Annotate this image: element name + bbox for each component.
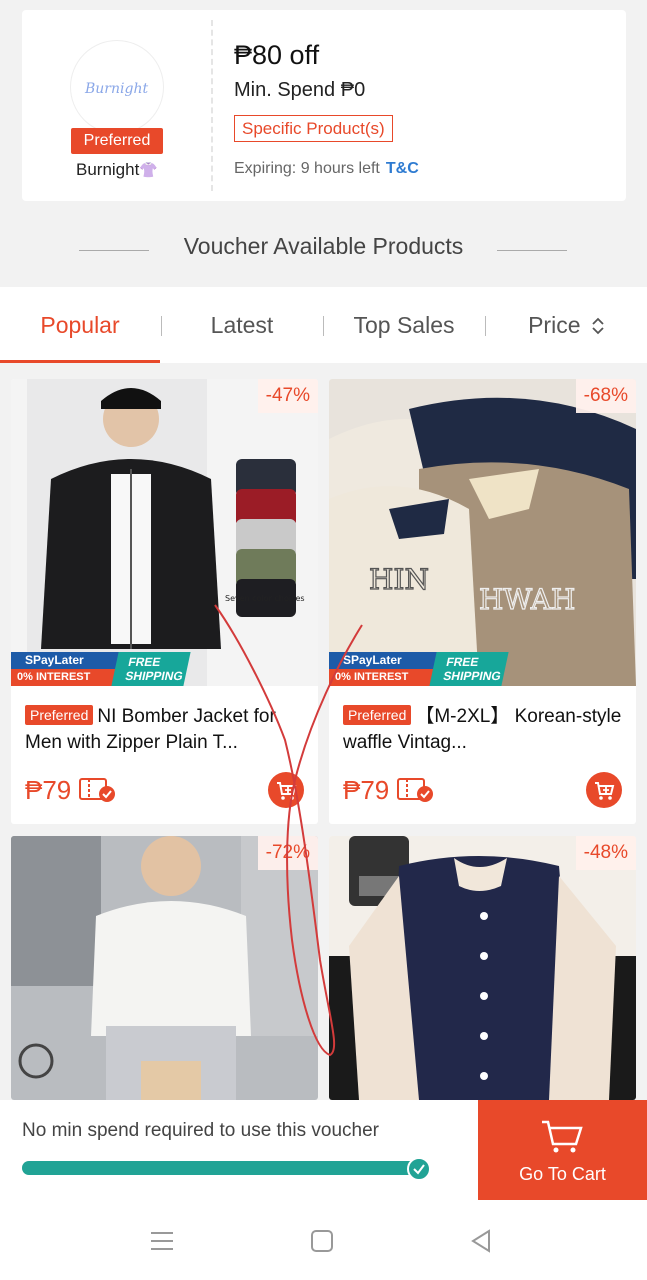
tc-link[interactable]: T&C <box>386 160 419 177</box>
shop-name-text: Burnight <box>75 160 140 179</box>
product-price: ₱79 <box>343 775 390 805</box>
discount-badge: -47% <box>257 379 318 413</box>
go-to-cart-button[interactable]: Go To Cart <box>478 1100 647 1200</box>
add-to-cart-button[interactable] <box>268 772 304 808</box>
tab-separator <box>323 316 324 336</box>
section-title: Voucher Available Products <box>183 233 464 259</box>
tab-popular[interactable]: Popular <box>0 287 160 363</box>
product-image: Seven color choices <box>11 379 318 686</box>
home-icon[interactable] <box>310 1229 334 1253</box>
promo-tags: SPayLater 0% INTEREST FREE SHIPPING <box>329 652 509 686</box>
spaylater-tag: SPayLater <box>11 652 123 669</box>
system-nav-bar <box>0 1200 647 1280</box>
product-price: ₱79 <box>25 775 72 805</box>
top-strip <box>0 0 647 8</box>
tab-separator <box>161 316 162 336</box>
progress-fill <box>22 1161 422 1175</box>
discount-badge: -48% <box>575 836 636 870</box>
interest-tag: 0% INTEREST <box>329 669 441 686</box>
section-line-right <box>497 250 567 251</box>
product-name: Preferred NI Bomber Jacket for Men with Z… <box>25 704 306 756</box>
voucher-card: Burnight Preferred Burnight👚 ₱80 off Min… <box>22 10 626 201</box>
promo-tags: SPayLater 0% INTEREST FREE SHIPPING <box>11 652 191 686</box>
shop-logo: Burnight <box>70 40 164 134</box>
cart-icon <box>542 1120 583 1153</box>
image-caption: Seven color choices <box>225 594 305 603</box>
voucher-title: ₱80 off <box>234 40 320 70</box>
tab-top-sales[interactable]: Top Sales <box>324 287 484 363</box>
preferred-badge: Preferred <box>71 128 163 154</box>
coupon-icon <box>397 778 433 802</box>
tab-price-label: Price <box>528 312 581 338</box>
discount-badge: -72% <box>257 836 318 870</box>
voucher-details: ₱80 off Min. Spend ₱0 Specific Product(s… <box>234 10 626 201</box>
voucher-scope-tag: Specific Product(s) <box>234 115 393 142</box>
shop-logo-text: Burnight <box>84 81 148 97</box>
cart-icon <box>277 782 297 800</box>
check-icon <box>407 1157 431 1181</box>
voucher-expiry: Expiring: 9 hours left T&C <box>234 160 419 178</box>
product-card[interactable]: -48% <box>329 836 636 1100</box>
product-name: Preferred 【M-2XL】 Korean-style waffle Vin… <box>343 704 624 756</box>
free-shipping-tag: FREE SHIPPING <box>111 652 191 686</box>
add-to-cart-button[interactable] <box>586 772 622 808</box>
interest-tag: 0% INTEREST <box>11 669 123 686</box>
progress-message: No min spend required to use this vouche… <box>22 1120 379 1141</box>
preferred-tag: Preferred <box>343 705 412 725</box>
discount-badge: -68% <box>575 379 636 413</box>
spaylater-tag: SPayLater <box>329 652 441 669</box>
back-icon[interactable] <box>469 1229 493 1253</box>
product-image <box>329 836 636 1100</box>
voucher-expiry-text: Expiring: 9 hours left <box>234 160 380 177</box>
preferred-tag: Preferred <box>25 705 94 725</box>
product-card[interactable]: Seven color choices -47% SPayLater 0% IN… <box>11 379 318 824</box>
menu-icon[interactable] <box>149 1229 175 1253</box>
svg-text:HIN: HIN <box>369 563 429 596</box>
svg-text:HWAH: HWAH <box>479 583 575 616</box>
product-card[interactable]: HIN HWAH -68% SPayLater 0% INTEREST FREE… <box>329 379 636 824</box>
voucher-min-spend: Min. Spend ₱0 <box>234 79 366 101</box>
go-to-cart-label: Go To Cart <box>519 1164 606 1184</box>
active-tab-underline <box>0 360 160 363</box>
shirt-icon: 👚 <box>139 162 158 179</box>
tab-latest[interactable]: Latest <box>162 287 322 363</box>
product-image <box>11 836 318 1100</box>
coupon-icon <box>79 778 115 802</box>
sort-icon <box>592 317 604 335</box>
product-card[interactable]: -72% <box>11 836 318 1100</box>
voucher-divider <box>211 20 213 191</box>
promo-band: SPayLater 0% INTEREST FREE SHIPPING <box>329 652 636 686</box>
tab-separator <box>485 316 486 336</box>
promo-band: SPayLater 0% INTEREST FREE SHIPPING <box>11 652 318 686</box>
free-shipping-tag: FREE SHIPPING <box>429 652 509 686</box>
shop-name: Burnight👚 <box>22 160 212 180</box>
cart-icon <box>595 782 615 800</box>
tab-price[interactable]: Price <box>486 287 647 363</box>
product-image: HIN HWAH <box>329 379 636 686</box>
